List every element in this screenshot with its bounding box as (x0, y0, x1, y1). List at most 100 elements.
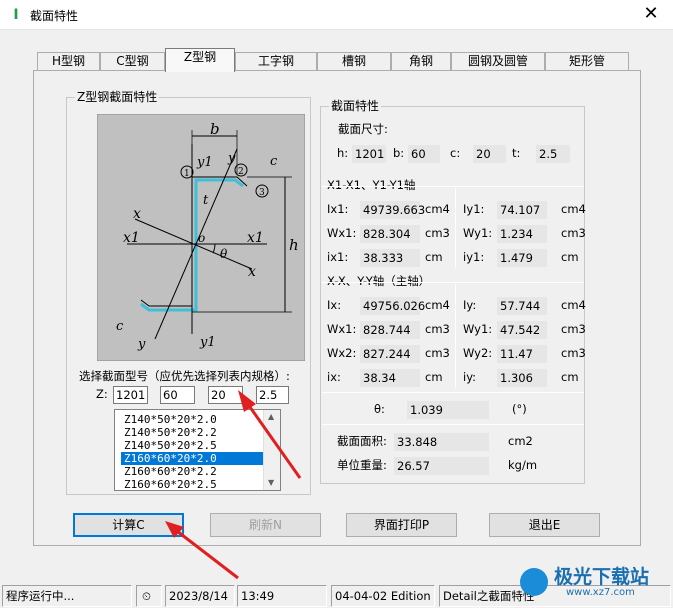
label-n3: 3 (259, 188, 265, 198)
input-h[interactable]: 1201 (113, 386, 148, 404)
dim-t-value: 2.5 (536, 145, 570, 163)
weight-label: 单位重量: (337, 458, 387, 472)
exit-button[interactable]: 退出E (489, 513, 600, 537)
wx1-main-unit: cm3 (425, 322, 450, 336)
label-n2: 2 (238, 167, 244, 177)
refresh-button[interactable]: 刷新N (210, 513, 321, 537)
input-t[interactable]: 2.5 (256, 386, 289, 404)
ix-label: Ix: (327, 298, 342, 312)
label-x1-left: x1 (123, 230, 140, 246)
wx1-value: 828.304 (360, 225, 420, 243)
iy-radius-label: iy: (463, 370, 477, 384)
theta-value: 1.039 (407, 401, 489, 419)
tab-channel[interactable]: 槽钢 (317, 52, 391, 71)
wy1-main-value: 47.542 (497, 321, 547, 339)
label-x1-right: x1 (247, 230, 264, 246)
list-item[interactable]: Z160*60*20*2.5 (121, 478, 265, 491)
wx1-main-label: Wx1: (327, 322, 357, 336)
list-item[interactable]: Z140*50*20*2.2 (121, 426, 265, 439)
dim-t-label: t: (512, 146, 521, 160)
label-c-top: c (270, 154, 278, 169)
theta-label: θ: (374, 402, 385, 416)
list-item[interactable]: Z160*60*20*2.2 (121, 465, 265, 478)
scroll-down-icon[interactable]: ▼ (268, 478, 274, 487)
ix1-radius-unit: cm (425, 250, 443, 264)
input-b[interactable]: 60 (160, 386, 195, 404)
tab-i-beam[interactable]: 工字钢 (235, 52, 317, 71)
ix-radius-unit: cm (425, 370, 443, 384)
wy1-main-label: Wy1: (463, 322, 493, 336)
tab-h-steel[interactable]: H型钢 (37, 52, 100, 71)
dim-h-value: 1201 (352, 145, 386, 163)
label-o: o (198, 231, 205, 245)
iy1-label: Iy1: (463, 202, 485, 216)
iy1-radius-value: 1.479 (497, 249, 547, 267)
iy-radius-value: 1.306 (497, 369, 547, 387)
ix-radius-value: 38.34 (360, 369, 420, 387)
calculate-button[interactable]: 计算C (73, 513, 184, 537)
label-t: t (203, 193, 209, 208)
list-item-selected[interactable]: Z160*60*20*2.0 (121, 452, 265, 465)
area-label: 截面面积: (337, 434, 387, 448)
label-x-left: x (133, 206, 141, 222)
status-text: 程序运行中... (2, 585, 132, 607)
iy1-radius-label: iy1: (463, 250, 485, 264)
watermark-logo-icon (520, 568, 548, 596)
wx2-unit: cm3 (425, 346, 450, 360)
label-c-bottom: c (116, 319, 124, 334)
dim-c-label: c: (450, 146, 461, 160)
window-title: 截面特性 (30, 9, 79, 23)
area-unit: cm2 (508, 434, 533, 448)
ix1-unit: cm4 (425, 202, 450, 216)
iy-radius-unit: cm (561, 370, 579, 384)
z-section-diagram: b y1 y c 1 2 3 t x x1 o x1 θ x h c y y1 (97, 114, 305, 361)
wx1-unit: cm3 (425, 226, 450, 240)
label-theta: θ (220, 247, 228, 261)
tab-z-steel[interactable]: Z型钢 (165, 48, 235, 72)
wy2-label: Wy2: (463, 346, 493, 360)
wx1-main-value: 828.744 (360, 321, 420, 339)
watermark-url: www.xz7.com (566, 587, 635, 598)
listbox-scrollbar[interactable]: ▲ ▼ (263, 410, 280, 490)
wy1-value: 1.234 (497, 225, 547, 243)
list-item[interactable]: Z140*50*20*2.0 (121, 413, 265, 426)
app-icon: I (13, 7, 19, 23)
label-y1-top: y1 (196, 155, 213, 170)
group-title: 截面特性 (329, 99, 382, 113)
iy-unit: cm4 (561, 298, 586, 312)
iy1-unit: cm4 (561, 202, 586, 216)
tab-round-pipe[interactable]: 圆钢及圆管 (451, 52, 545, 71)
label-n1: 1 (184, 169, 190, 179)
wy1-label: Wy1: (463, 226, 493, 240)
label-y-top: y (227, 151, 236, 166)
clock-icon: ⏲ (136, 585, 162, 607)
wx2-value: 827.244 (360, 345, 420, 363)
z-label: Z: (96, 387, 108, 401)
ix-unit: cm4 (425, 298, 450, 312)
ix1-radius-value: 38.333 (360, 249, 420, 267)
wy1-main-unit: cm3 (561, 322, 586, 336)
group-title: Z型钢截面特性 (75, 90, 160, 104)
dim-b-label: b: (393, 146, 405, 160)
label-h: h (289, 236, 299, 254)
wy1-unit: cm3 (561, 226, 586, 240)
label-x-bottom: x (248, 264, 256, 280)
print-button[interactable]: 界面打印P (346, 513, 457, 537)
list-item[interactable]: Z140*50*20*2.5 (121, 439, 265, 452)
wx1-label: Wx1: (327, 226, 357, 240)
tab-angle[interactable]: 角钢 (391, 52, 451, 71)
iy-label: Iy: (463, 298, 477, 312)
xx-divider (455, 284, 456, 388)
input-c[interactable]: 20 (208, 386, 243, 404)
status-date: 2023/8/14 (165, 585, 235, 607)
scroll-up-icon[interactable]: ▲ (268, 412, 274, 421)
weight-unit: kg/m (508, 458, 538, 472)
wy2-value: 11.47 (497, 345, 547, 363)
select-section-label: 选择截面型号（应优先选择列表内规格）: (79, 369, 290, 383)
section-listbox[interactable]: Z140*50*20*2.0 Z140*50*20*2.2 Z140*50*20… (114, 409, 281, 491)
dim-b-value: 60 (408, 145, 440, 163)
iy1-value: 74.107 (497, 201, 547, 219)
tab-rect-tube[interactable]: 矩形管 (545, 52, 629, 71)
tab-c-steel[interactable]: C型钢 (100, 52, 165, 71)
close-button[interactable]: ✕ (636, 2, 666, 26)
